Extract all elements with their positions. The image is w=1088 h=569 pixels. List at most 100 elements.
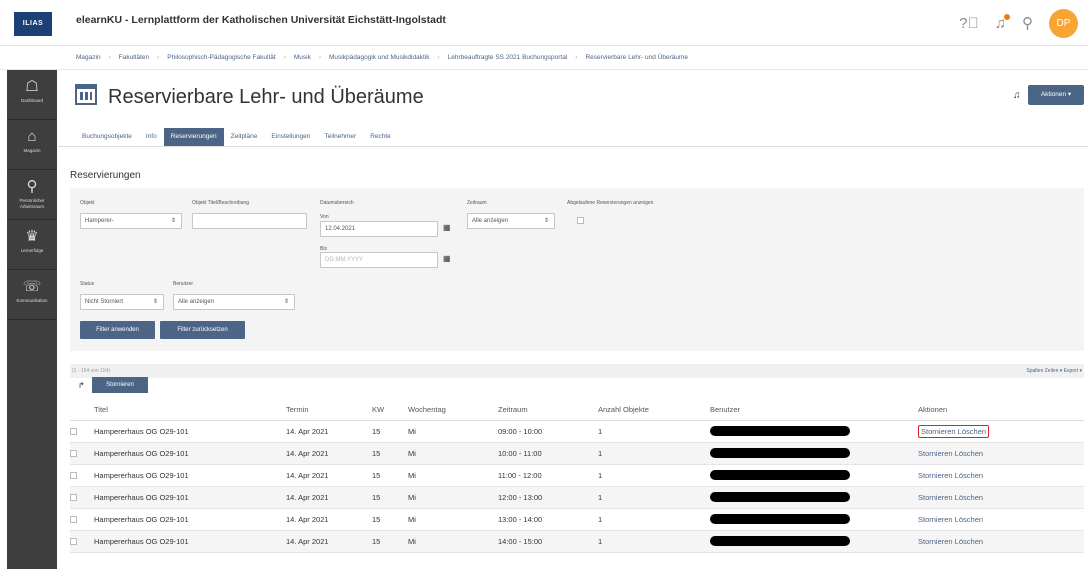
titel-label: Objekt Titel/Beschreibung: [192, 200, 249, 206]
column-header-titel[interactable]: Titel: [94, 400, 286, 421]
row-actions-link[interactable]: Stornieren Löschen: [918, 424, 990, 438]
chevron-right-icon: ›: [318, 54, 322, 61]
row-checkbox[interactable]: [70, 494, 77, 502]
table-row: Hampererhaus OG O29-101 14. Apr 2021 15 …: [70, 420, 1084, 443]
zeitraum-cell: 10:00 - 11:00: [498, 442, 598, 465]
benutzer-label: Benutzer: [173, 281, 194, 287]
titel-cell: Hampererhaus OG O29-101: [94, 442, 286, 465]
row-actions-link[interactable]: Stornieren Löschen: [918, 537, 983, 546]
row-checkbox[interactable]: [70, 428, 77, 436]
redacted-user: [710, 470, 850, 480]
column-header-benutzer[interactable]: Benutzer: [710, 400, 918, 421]
row-actions-link[interactable]: Stornieren Löschen: [918, 471, 983, 480]
calendar-icon[interactable]: ▦: [443, 223, 451, 232]
breadcrumb-item[interactable]: Lehrbeauftragte SS 2021 Buchungsportal: [448, 54, 568, 61]
select-arrow-icon: ⇕: [170, 218, 176, 224]
breadcrumb-item[interactable]: Musikpädagogik und Musikdidaktik: [329, 54, 429, 61]
row-actions-link[interactable]: Stornieren Löschen: [918, 493, 983, 502]
kw-cell: 15: [372, 464, 408, 487]
sidebar-item-dashboard[interactable]: ☖ Dashboard: [7, 70, 57, 120]
column-header-zeitraum[interactable]: Zeitraum: [498, 400, 598, 421]
abgelaufen-checkbox[interactable]: [577, 217, 584, 224]
titel-cell: Hampererhaus OG O29-101: [94, 420, 286, 443]
tab-teilnehmer[interactable]: Teilnehmer: [317, 128, 363, 146]
row-checkbox[interactable]: [70, 450, 77, 458]
von-date-input[interactable]: 12.04.2021: [320, 221, 438, 237]
tab-info[interactable]: Info: [139, 128, 164, 146]
row-select-cell: [70, 508, 94, 531]
avatar[interactable]: DP: [1049, 8, 1078, 38]
tab-reservierungen[interactable]: Reservierungen: [163, 128, 224, 146]
kw-cell: 15: [372, 442, 408, 465]
kw-cell: 15: [372, 530, 408, 553]
anzahl-cell: 1: [598, 464, 710, 487]
sidebar-item-arbeitsraum[interactable]: ⚲ Persönlicher Arbeitsraum: [7, 170, 57, 220]
benutzer-cell: [710, 442, 918, 465]
breadcrumb-item[interactable]: Fakultäten: [119, 54, 149, 61]
row-select-cell: [70, 486, 94, 509]
zeitraum-select[interactable]: Alle anzeigen ⇕: [467, 213, 555, 229]
status-label: Status: [80, 281, 95, 287]
termin-cell: 14. Apr 2021: [286, 486, 372, 509]
page-title: Reservierbare Lehr- und Überäume: [108, 86, 424, 108]
breadcrumb-item[interactable]: Philosophisch-Pädagogische Fakultät: [167, 54, 275, 61]
filter-reset-button[interactable]: Filter zurücksetzen: [160, 321, 245, 339]
calendar-icon[interactable]: ▦: [443, 254, 451, 263]
column-header-anzahl[interactable]: Anzahl Objekte: [598, 400, 710, 421]
anzahl-cell: 1: [598, 486, 710, 509]
chevron-right-icon: ›: [575, 54, 578, 61]
column-header-termin[interactable]: Termin: [286, 400, 372, 421]
breadcrumb-item[interactable]: Reservierbare Lehr- und Überäume: [585, 54, 688, 61]
tab-zeitplaene[interactable]: Zeitpläne: [224, 128, 265, 146]
benutzer-cell: [710, 486, 918, 509]
termin-cell: 14. Apr 2021: [286, 442, 372, 465]
row-checkbox[interactable]: [70, 538, 77, 546]
row-actions-link[interactable]: Stornieren Löschen: [918, 449, 983, 458]
top-bar: ILIAS elearnKU - Lernplattform der Katho…: [0, 0, 1088, 46]
sidebar-item-lernerfolge[interactable]: ♛ Lernerfolge: [7, 220, 57, 270]
tab-buchungsobjekte[interactable]: Buchungsobjekte: [75, 128, 139, 146]
sidebar-item-kommunikation[interactable]: ☏ Kommunikation: [7, 270, 57, 320]
kw-cell: 15: [372, 486, 408, 509]
bis-date-input[interactable]: DD.MM.YYYY: [320, 252, 438, 268]
site-title[interactable]: elearnKU - Lernplattform der Katholische…: [76, 14, 446, 26]
redacted-user: [710, 426, 850, 436]
bell-icon[interactable]: ♫: [1013, 90, 1021, 101]
table-controls[interactable]: Spalten Zeilen ▾ Export ▾: [1026, 364, 1082, 378]
notification-icon[interactable]: ♫: [995, 13, 1010, 32]
kw-cell: 15: [372, 508, 408, 531]
redacted-user: [710, 448, 850, 458]
wochentag-cell: Mi: [408, 442, 498, 465]
titel-cell: Hampererhaus OG O29-101: [94, 464, 286, 487]
column-header-kw[interactable]: KW: [372, 400, 408, 421]
status-select[interactable]: Nicht Storniert ⇕: [80, 294, 164, 310]
zeitraum-cell: 11:00 - 12:00: [498, 464, 598, 487]
aktionen-cell: Stornieren Löschen: [918, 508, 1084, 531]
objekt-value: Hamperer-: [85, 218, 114, 224]
tab-rechte[interactable]: Rechte: [363, 128, 398, 146]
search-icon[interactable]: ⚲: [1022, 14, 1033, 32]
termin-cell: 14. Apr 2021: [286, 530, 372, 553]
chevron-right-icon: ›: [157, 54, 160, 61]
table-row: Hampererhaus OG O29-101 14. Apr 2021 15 …: [70, 486, 1084, 509]
ilias-logo[interactable]: ILIAS: [14, 12, 52, 36]
table-header-row: Titel Termin KW Wochentag Zeitraum Anzah…: [70, 400, 1084, 421]
filter-apply-button[interactable]: Filter anwenden: [80, 321, 155, 339]
actions-dropdown-button[interactable]: Aktionen ▾: [1028, 85, 1084, 105]
tab-einstellungen[interactable]: Einstellungen: [264, 128, 317, 146]
bulk-storno-button[interactable]: Stornieren: [92, 377, 148, 393]
row-select-cell: [70, 464, 94, 487]
titel-input[interactable]: [192, 213, 307, 229]
objekt-select[interactable]: Hamperer- ⇕: [80, 213, 182, 229]
chevron-right-icon: ›: [108, 54, 111, 61]
breadcrumb-item[interactable]: Musik: [294, 54, 311, 61]
column-header-wochentag[interactable]: Wochentag: [408, 400, 498, 421]
sidebar-item-magazin[interactable]: ⌂ Magazin: [7, 120, 57, 170]
benutzer-select[interactable]: Alle anzeigen ⇕: [173, 294, 295, 310]
row-checkbox[interactable]: [70, 472, 77, 480]
help-icon[interactable]: ?⃝: [959, 15, 979, 32]
breadcrumb-item[interactable]: Magazin: [76, 54, 101, 61]
row-checkbox[interactable]: [70, 516, 77, 524]
wochentag-cell: Mi: [408, 530, 498, 553]
row-actions-link[interactable]: Stornieren Löschen: [918, 515, 983, 524]
